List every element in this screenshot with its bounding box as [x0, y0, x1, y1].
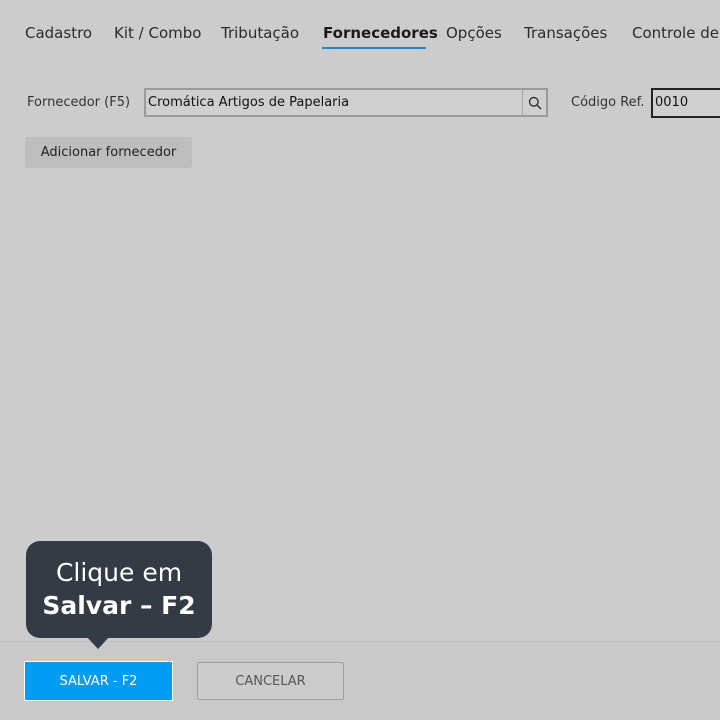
tab-cadastro[interactable]: Cadastro: [25, 24, 92, 42]
tab-fornecedores[interactable]: Fornecedores: [323, 24, 438, 42]
supplier-label: Fornecedor (F5): [27, 95, 131, 110]
active-tab-indicator: [322, 47, 426, 49]
tab-controle-de[interactable]: Controle de: [632, 24, 719, 42]
tooltip-arrow: [86, 636, 110, 649]
code-ref-label: Código Ref.: [571, 95, 645, 110]
save-hint-tooltip: Clique em Salvar – F2: [26, 541, 212, 638]
tooltip-line-1: Clique em: [55, 558, 183, 587]
add-supplier-button[interactable]: Adicionar fornecedor: [25, 137, 192, 168]
save-button[interactable]: SALVAR - F2: [24, 661, 173, 701]
supplier-input[interactable]: Cromática Artigos de Papelaria: [144, 88, 548, 117]
tab-tributacao[interactable]: Tributação: [221, 24, 299, 42]
search-icon: [528, 96, 541, 109]
code-ref-value: 0010: [655, 95, 689, 110]
supplier-search-button[interactable]: [522, 90, 546, 115]
code-ref-input[interactable]: 0010: [651, 88, 720, 118]
app-window: Cadastro Kit / Combo Tributação Forneced…: [0, 0, 720, 720]
tab-transacoes[interactable]: Transações: [524, 24, 607, 42]
supplier-input-value: Cromática Artigos de Papelaria: [148, 95, 350, 110]
tab-opcoes[interactable]: Opções: [446, 24, 502, 42]
cancel-button[interactable]: CANCELAR: [197, 662, 344, 700]
tab-kit-combo[interactable]: Kit / Combo: [114, 24, 201, 42]
tab-bar: Cadastro Kit / Combo Tributação Forneced…: [0, 0, 720, 56]
tooltip-line-2: Salvar – F2: [42, 591, 196, 620]
